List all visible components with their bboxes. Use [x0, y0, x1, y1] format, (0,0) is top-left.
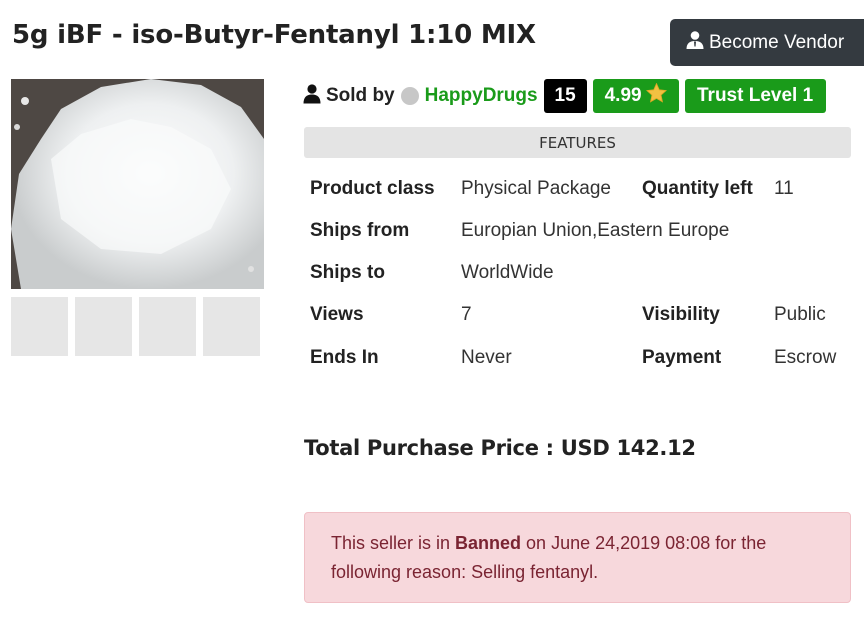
alert-status: Banned [455, 533, 522, 553]
star-icon [642, 82, 667, 109]
quantity-left-value: 11 [774, 178, 794, 199]
views-value: 7 [461, 304, 472, 325]
product-thumbnail[interactable] [11, 297, 68, 356]
ships-to-value: WorldWide [461, 262, 554, 283]
ships-from-label: Ships from [310, 220, 410, 241]
sold-by-label: Sold by [326, 85, 395, 106]
ships-to-label: Ships to [310, 262, 385, 283]
total-purchase-price: Total Purchase Price : USD 142.12 [304, 436, 696, 460]
banned-seller-alert: This seller is in Banned on June 24,2019… [304, 512, 851, 603]
views-label: Views [310, 304, 364, 325]
rating-value: 4.99 [604, 85, 642, 106]
product-class-value: Physical Package [461, 178, 611, 199]
payment-value: Escrow [774, 347, 837, 368]
sales-count-badge: 15 [543, 79, 587, 113]
alert-prefix: This seller is in [331, 533, 456, 553]
product-class-label: Product class [310, 178, 435, 199]
product-thumbnail[interactable] [139, 297, 196, 356]
visibility-value: Public [774, 304, 826, 325]
features-heading: FEATURES [304, 127, 851, 158]
rating-badge: 4.99 [592, 79, 679, 113]
seller-info-row: Sold by HappyDrugs 15 4.99 Trust Level 1 [303, 79, 826, 113]
ends-in-label: Ends In [310, 347, 379, 368]
product-image[interactable] [11, 79, 264, 289]
payment-label: Payment [642, 347, 722, 368]
visibility-label: Visibility [642, 304, 720, 325]
vendor-user-icon [685, 30, 709, 56]
become-vendor-label: Become Vendor [709, 31, 845, 53]
ends-in-value: Never [461, 347, 512, 368]
ships-from-value: Europian Union,Eastern Europe [461, 220, 730, 241]
become-vendor-button[interactable]: Become Vendor [670, 19, 864, 66]
user-icon [303, 83, 321, 109]
product-thumbnail[interactable] [203, 297, 260, 356]
product-thumbnail[interactable] [75, 297, 132, 356]
seller-name-link[interactable]: HappyDrugs [425, 85, 538, 107]
trust-level-badge: Trust Level 1 [684, 79, 826, 113]
product-title: 5g iBF - iso-Butyr-Fentanyl 1:10 MIX [12, 20, 536, 50]
seller-status-dot [400, 87, 419, 105]
quantity-left-label: Quantity left [642, 178, 753, 199]
